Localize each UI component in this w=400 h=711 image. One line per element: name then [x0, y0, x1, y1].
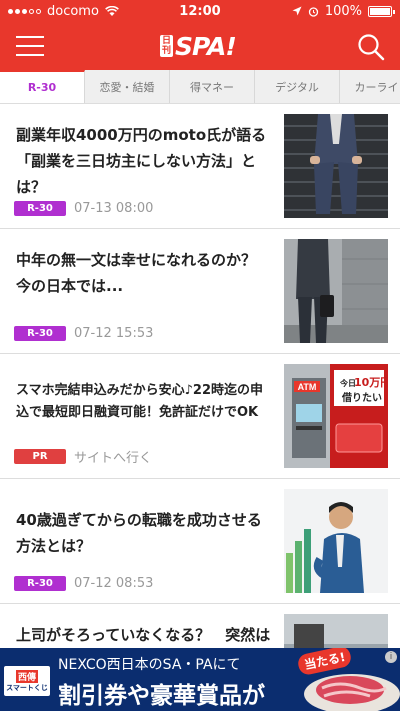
- category-badge: R-30: [14, 201, 66, 216]
- article-title: 40歳過ぎてからの転職を成功させる方法とは？: [16, 511, 262, 555]
- category-badge: R-30: [14, 326, 66, 341]
- tab-r30[interactable]: R-30: [0, 70, 85, 103]
- status-right: 100%: [292, 3, 395, 19]
- status-bar: docomo 12:00 100%: [0, 0, 400, 22]
- banner-line2: 割引券や豪華賞品が: [58, 683, 265, 709]
- article-date: 07-13 08:00: [74, 201, 154, 216]
- article-title: 副業年収4000万円のmoto氏が語る「副業を三日坊主にしない方法」とは？: [16, 126, 267, 196]
- article-item[interactable]: 副業年収4000万円のmoto氏が語る「副業を三日坊主にしない方法」とは？ R-…: [0, 104, 400, 229]
- logo-daily-mark: 日刊: [160, 35, 174, 57]
- ad-item[interactable]: スマホ完結申込みだから安心♪22時迄の申込で最短即日融資可能！免許証だけでOK …: [0, 354, 400, 479]
- ad-thumbnail: ATM 今日 10万円 借りたい: [284, 364, 388, 468]
- tab-car-life[interactable]: カーライフ: [340, 70, 400, 103]
- ad-atm-text: ATM: [298, 382, 317, 392]
- article-item[interactable]: 中年の無一文は幸せになれるのか？ 今の日本では... R-30 07-12 15…: [0, 229, 400, 354]
- banner-line1: NEXCO西日本のSA・PAにて: [58, 657, 241, 673]
- article-list: 副業年収4000万円のmoto氏が語る「副業を三日坊主にしない方法」とは？ R-…: [0, 104, 400, 648]
- ad-banner[interactable]: 西傳 スマートくじ NEXCO西日本のSA・PAにて 割引券や豪華賞品が 当たる…: [0, 648, 400, 711]
- battery-percent: 100%: [324, 3, 362, 19]
- wifi-icon: [105, 5, 119, 16]
- article-thumbnail: [284, 614, 388, 648]
- hamburger-icon[interactable]: [16, 36, 44, 58]
- tab-love-marriage[interactable]: 恋愛・結婚: [85, 70, 170, 103]
- article-meta: R-30 07-13 08:00: [14, 201, 153, 216]
- article-meta: R-30 07-12 08:53: [14, 576, 153, 591]
- article-title: 中年の無一文は幸せになれるのか？ 今の日本では...: [16, 251, 257, 295]
- ad-link-label[interactable]: サイトへ行く: [74, 447, 152, 466]
- status-left: docomo: [8, 4, 119, 19]
- logo-text: SPA!: [175, 31, 237, 61]
- signal-icon: [8, 8, 41, 14]
- app-header: 日刊 SPA!: [0, 22, 400, 70]
- tab-digital[interactable]: デジタル: [255, 70, 340, 103]
- alarm-icon: [308, 6, 318, 17]
- battery-icon: [368, 5, 395, 17]
- article-meta: R-30 07-12 15:53: [14, 326, 153, 341]
- search-icon[interactable]: [356, 32, 386, 62]
- ad-meta: PR サイトへ行く: [14, 447, 152, 466]
- article-item[interactable]: 上司がそろっていなくなる？ 突然は: [0, 604, 400, 648]
- article-item[interactable]: 40歳過ぎてからの転職を成功させる方法とは？ R-30 07-12 08:53: [0, 479, 400, 604]
- article-date: 07-12 08:53: [74, 576, 154, 591]
- banner-brand-logo: 西傳 スマートくじ: [4, 666, 50, 696]
- ad-want-text: 借りたい: [341, 391, 382, 404]
- pr-badge: PR: [14, 449, 66, 464]
- article-thumbnail: [284, 489, 388, 593]
- ad-amount-text: 10万円: [354, 376, 388, 389]
- category-badge: R-30: [14, 576, 66, 591]
- location-arrow-icon: [292, 6, 302, 16]
- article-thumbnail: [284, 114, 388, 218]
- article-thumbnail: [284, 239, 388, 343]
- ad-info-icon[interactable]: i: [385, 651, 397, 663]
- article-title: 上司がそろっていなくなる？ 突然は: [16, 626, 271, 644]
- spa-logo[interactable]: 日刊 SPA!: [160, 30, 237, 62]
- article-date: 07-12 15:53: [74, 326, 154, 341]
- category-tabs: R-30 恋愛・結婚 得マネー デジタル カーライフ: [0, 70, 400, 104]
- ad-title: スマホ完結申込みだから安心♪22時迄の申込で最短即日融資可能！免許証だけでOK: [16, 383, 263, 420]
- tab-money[interactable]: 得マネー: [170, 70, 255, 103]
- carrier-label: docomo: [47, 3, 99, 19]
